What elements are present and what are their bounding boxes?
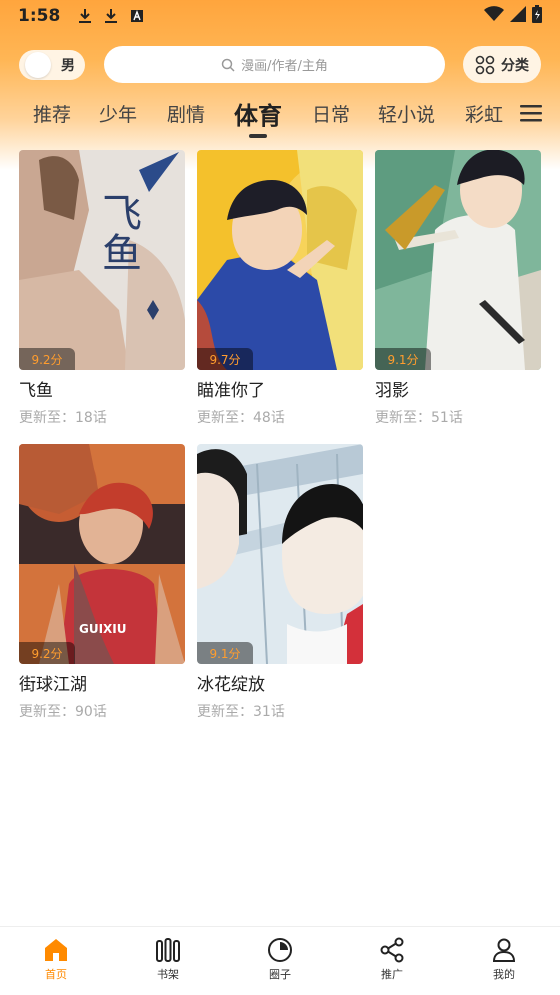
- comic-cover[interactable]: 飞鱼 9.2分: [19, 150, 185, 370]
- comic-title[interactable]: 羽影: [375, 376, 541, 401]
- tab-drama[interactable]: 剧情: [167, 100, 205, 127]
- comic-cover[interactable]: GUIXIU 9.2分: [19, 444, 185, 664]
- status-time: 1:58: [18, 6, 61, 26]
- status-bar: 1:58: [0, 0, 560, 32]
- nav-label: 首页: [45, 968, 67, 981]
- nav-profile[interactable]: 我的: [448, 927, 560, 995]
- nav-label: 书架: [157, 968, 179, 981]
- comic-card[interactable]: GUIXIU 9.2分 街球江湖 更新至：90话: [19, 444, 185, 721]
- search-icon: [221, 58, 235, 72]
- nav-community[interactable]: 圈子: [224, 927, 336, 995]
- gender-label: 男: [61, 58, 75, 74]
- home-icon: [45, 939, 67, 961]
- comic-update: 更新至：31话: [197, 704, 285, 720]
- category-tabs: 推荐 少年 剧情 体育 日常 轻小说 彩虹: [0, 94, 560, 144]
- notification-icon: [126, 5, 148, 27]
- bookshelf-icon: [156, 938, 180, 962]
- score-badge: 9.2分: [19, 348, 75, 370]
- comic-title[interactable]: 飞鱼: [19, 376, 185, 401]
- menu-icon[interactable]: [520, 104, 542, 126]
- comic-update: 更新至：18话: [19, 410, 107, 426]
- comic-card[interactable]: 9.7分 瞄准你了 更新至：48话: [197, 150, 363, 427]
- comic-update: 更新至：51话: [375, 410, 463, 426]
- tab-rainbow[interactable]: 彩虹: [465, 100, 503, 127]
- nav-label: 圈子: [269, 968, 291, 981]
- download-icon: [100, 5, 122, 27]
- tab-recommend[interactable]: 推荐: [33, 100, 71, 127]
- signal-icon: [510, 6, 526, 26]
- gender-toggle[interactable]: 男: [19, 50, 85, 80]
- score-badge: 9.1分: [197, 642, 253, 664]
- comic-card[interactable]: 飞鱼 9.2分 飞鱼 更新至：18话: [19, 150, 185, 427]
- tab-shounen[interactable]: 少年: [99, 100, 137, 127]
- category-label: 分类: [501, 57, 529, 74]
- nav-home[interactable]: 首页: [0, 927, 112, 995]
- score-badge: 9.1分: [375, 348, 431, 370]
- nav-bookshelf[interactable]: 书架: [112, 927, 224, 995]
- comic-card[interactable]: 9.1分 羽影 更新至：51话: [375, 150, 541, 427]
- toggle-knob: [25, 52, 51, 78]
- share-icon: [380, 937, 404, 963]
- user-icon: [492, 938, 516, 962]
- nav-label: 我的: [493, 968, 515, 981]
- grid-icon: [475, 55, 495, 74]
- circle-icon: [268, 938, 292, 962]
- score-badge: 9.2分: [19, 642, 75, 664]
- search-input[interactable]: 漫画/作者/主角: [104, 46, 445, 83]
- search-placeholder: 漫画/作者/主角: [241, 59, 328, 74]
- comic-cover[interactable]: 9.1分: [197, 444, 363, 664]
- score-badge: 9.7分: [197, 348, 253, 370]
- header-row: 男 漫画/作者/主角 分类: [0, 46, 560, 84]
- comic-cover[interactable]: 9.7分: [197, 150, 363, 370]
- tab-sports[interactable]: 体育: [234, 96, 282, 131]
- tab-daily[interactable]: 日常: [312, 100, 350, 127]
- download-icon: [74, 5, 96, 27]
- tab-light-novel[interactable]: 轻小说: [378, 100, 435, 127]
- comic-cover[interactable]: 9.1分: [375, 150, 541, 370]
- wifi-icon: [484, 6, 504, 26]
- comic-card[interactable]: 9.1分 冰花绽放 更新至：31话: [197, 444, 363, 721]
- comic-title[interactable]: 冰花绽放: [197, 670, 363, 695]
- cover-title: 飞鱼: [95, 192, 141, 272]
- nav-promote[interactable]: 推广: [336, 927, 448, 995]
- comic-update: 更新至：90话: [19, 704, 107, 720]
- comic-update: 更新至：48话: [197, 410, 285, 426]
- nav-label: 推广: [381, 968, 403, 981]
- battery-icon: [532, 5, 542, 27]
- category-button[interactable]: 分类: [463, 46, 541, 83]
- tab-indicator: [249, 134, 267, 138]
- comic-title[interactable]: 瞄准你了: [197, 376, 363, 401]
- bottom-nav: 首页 书架 圈子 推广 我的: [0, 926, 560, 995]
- jersey-text: GUIXIU: [79, 622, 127, 636]
- comic-title[interactable]: 街球江湖: [19, 670, 185, 695]
